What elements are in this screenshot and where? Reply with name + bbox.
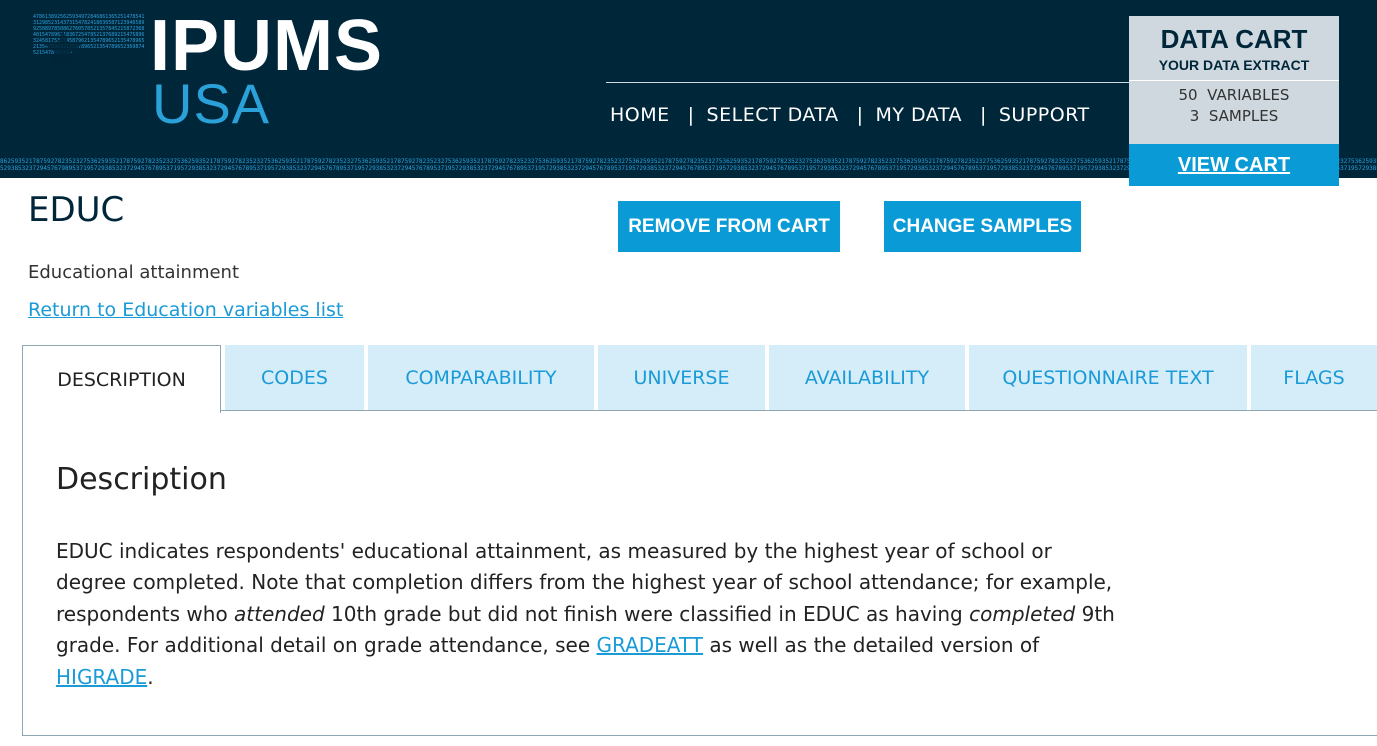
cart-divider (1129, 80, 1339, 81)
tab-availability[interactable]: AVAILABILITY (769, 345, 965, 411)
gradeatt-link[interactable]: GRADEATT (597, 633, 704, 657)
variable-name: EDUC (28, 190, 125, 230)
tab-description[interactable]: DESCRIPTION (22, 345, 221, 413)
description-text: . (147, 664, 154, 689)
nav-separator: | (687, 104, 695, 126)
nav-support[interactable]: SUPPORT (999, 104, 1090, 126)
tab-flags[interactable]: FLAGS (1251, 345, 1377, 411)
cart-samples-count: 3 SAMPLES (1189, 107, 1279, 125)
nav-divider (606, 82, 1130, 83)
nav-my-data[interactable]: MY DATA (875, 104, 962, 126)
nav-home[interactable]: HOME (610, 104, 670, 126)
nav-separator: | (856, 104, 864, 126)
logo-usa[interactable]: USA (152, 76, 270, 132)
nav-select-data[interactable]: SELECT DATA (707, 104, 839, 126)
cart-subtitle: YOUR DATA EXTRACT (1158, 57, 1310, 73)
description-text: as well as the detailed version of (703, 633, 1040, 658)
return-to-list-link[interactable]: Return to Education variables list (28, 299, 343, 321)
tab-codes[interactable]: CODES (225, 345, 364, 411)
tab-universe[interactable]: UNIVERSE (598, 345, 765, 411)
nav-separator: | (979, 104, 987, 126)
logo-star-icon (42, 30, 84, 66)
emphasis-attended: attended (234, 601, 325, 626)
section-heading: Description (56, 462, 227, 497)
cart-variables-count: 50 VARIABLES (1178, 86, 1290, 104)
tab-comparability[interactable]: COMPARABILITY (368, 345, 594, 411)
emphasis-completed: completed (969, 601, 1076, 626)
change-samples-button[interactable]: CHANGE SAMPLES (884, 201, 1081, 252)
description-text: 10th grade but did not finish were class… (324, 601, 970, 626)
description-paragraph: EDUC indicates respondents' educational … (56, 536, 1116, 693)
remove-from-cart-button[interactable]: REMOVE FROM CART (618, 201, 840, 252)
higrade-link[interactable]: HIGRADE (56, 665, 147, 689)
data-cart: DATA CART YOUR DATA EXTRACT 50 VARIABLES… (1129, 16, 1339, 186)
variable-label: Educational attainment (28, 262, 240, 283)
cart-title: DATA CART (1160, 24, 1308, 54)
view-cart-button[interactable]: VIEW CART (1129, 144, 1339, 186)
main-nav: HOME | SELECT DATA | MY DATA | SUPPORT (610, 104, 1090, 126)
tab-questionnaire-text[interactable]: QUESTIONNAIRE TEXT (969, 345, 1247, 411)
